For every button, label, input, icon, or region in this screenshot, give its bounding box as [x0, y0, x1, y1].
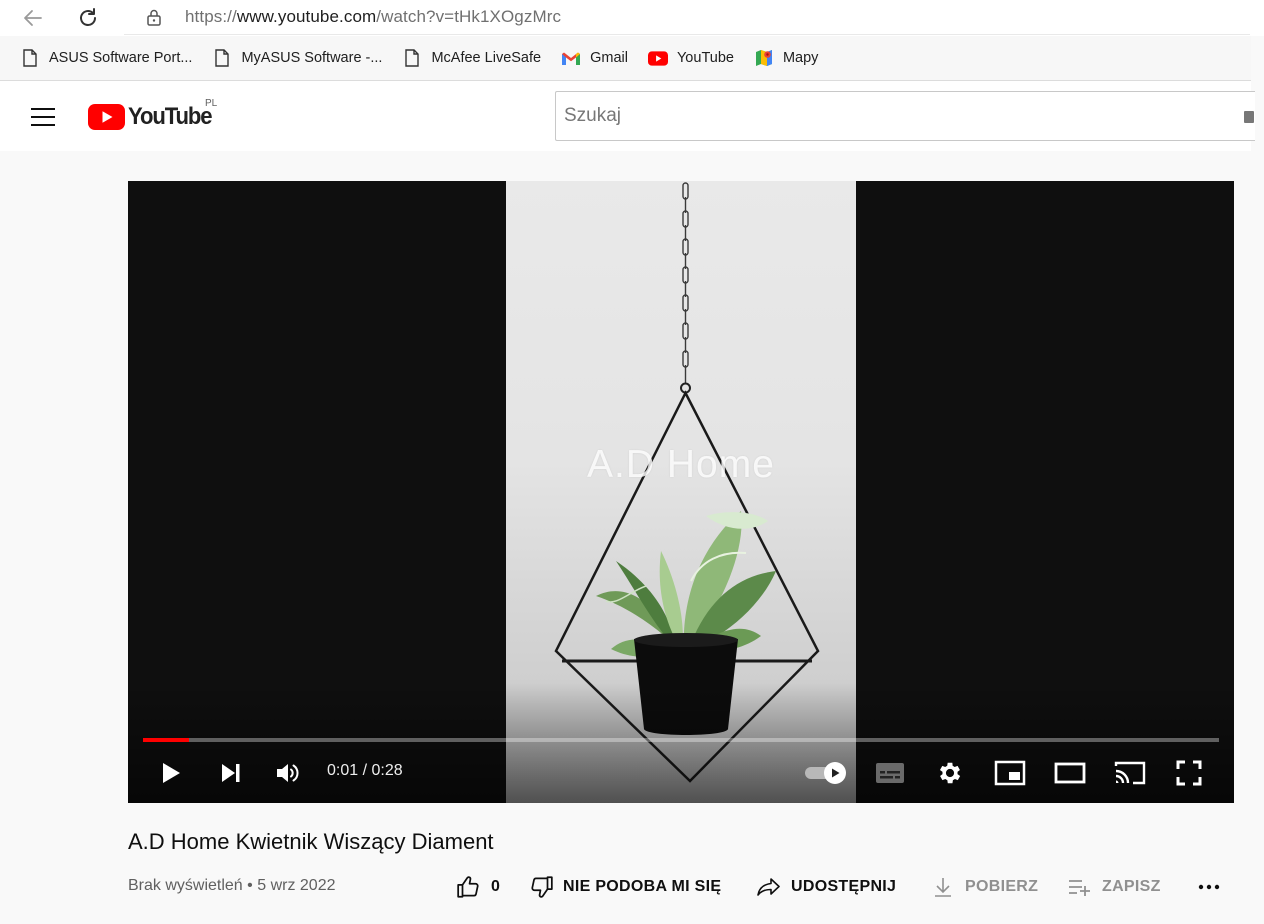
save-label: ZAPISZ — [1102, 878, 1161, 895]
youtube-logo[interactable]: YouTube — [88, 101, 219, 133]
back-button[interactable] — [18, 3, 48, 33]
play-icon — [163, 763, 180, 783]
address-bar[interactable]: https://www.youtube.com/watch?v=tHk1XOgz… — [124, 0, 1250, 35]
bookmarks-bar: ASUS Software Port... MyASUS Software -.… — [0, 36, 1251, 81]
video-watermark: A.D Home — [587, 443, 775, 486]
browser-toolbar: https://www.youtube.com/watch?v=tHk1XOgz… — [0, 0, 1264, 36]
video-title: A.D Home Kwietnik Wiszący Diament — [128, 829, 494, 854]
back-arrow-icon — [24, 10, 42, 26]
volume-icon — [277, 764, 299, 782]
bookmark-label: Mapy — [782, 50, 819, 66]
search-input[interactable] — [564, 92, 1234, 140]
hamburger-menu-icon — [31, 108, 55, 126]
gear-icon — [939, 762, 961, 784]
miniplayer-icon — [994, 760, 1026, 786]
share-button[interactable]: UDOSTĘPNIJ — [756, 870, 896, 904]
url-text[interactable]: https://www.youtube.com/watch?v=tHk1XOgz… — [185, 7, 561, 27]
view-count: Brak wyświetleń — [128, 877, 243, 894]
fullscreen-icon — [1176, 760, 1202, 786]
page-icon — [20, 48, 40, 68]
bookmark-youtube[interactable]: YouTube — [644, 43, 738, 73]
time-display: 0:01 / 0:28 — [327, 762, 403, 779]
bookmark-label: MyASUS Software -... — [241, 50, 383, 66]
next-button[interactable] — [216, 756, 246, 790]
thumbs-down-icon — [528, 874, 554, 900]
reload-button[interactable] — [73, 3, 103, 33]
guide-menu-button[interactable] — [24, 98, 62, 136]
skip-next-icon — [222, 764, 240, 782]
info-separator: • — [247, 877, 253, 894]
download-button[interactable]: POBIERZ — [930, 870, 1038, 904]
bookmark-myasus-software[interactable]: MyASUS Software -... — [208, 43, 386, 73]
url-host: www.youtube.com — [236, 7, 377, 26]
youtube-icon — [647, 48, 668, 68]
url-scheme: https:// — [185, 7, 237, 26]
more-horizontal-icon — [1198, 884, 1220, 890]
search-box[interactable] — [555, 91, 1255, 141]
subtitles-button[interactable] — [872, 756, 908, 790]
like-count: 0 — [491, 878, 501, 895]
cast-icon — [1114, 761, 1146, 785]
share-arrow-icon — [756, 874, 782, 900]
progress-bar[interactable] — [143, 738, 1219, 742]
bookmark-mcafee-livesafe[interactable]: McAfee LiveSafe — [398, 43, 545, 73]
dislike-label: NIE PODOBA MI SIĘ — [563, 878, 722, 895]
download-label: POBIERZ — [965, 878, 1039, 895]
bookmark-label: YouTube — [676, 50, 734, 66]
progress-played — [143, 738, 190, 742]
theater-mode-icon — [1054, 762, 1086, 784]
youtube-logo-text: YouTube — [128, 103, 213, 130]
bookmark-label: ASUS Software Port... — [49, 50, 193, 66]
bookmark-gmail[interactable]: Gmail — [557, 43, 632, 73]
lock-icon[interactable] — [144, 7, 164, 27]
more-actions-button[interactable] — [1196, 870, 1222, 904]
settings-button[interactable] — [933, 756, 967, 790]
theater-mode-button[interactable] — [1052, 756, 1088, 790]
maps-icon — [754, 48, 774, 68]
dislike-button[interactable]: NIE PODOBA MI SIĘ — [528, 870, 721, 904]
play-button[interactable] — [156, 756, 186, 790]
youtube-header: YouTube PL — [0, 81, 1255, 151]
autoplay-toggle[interactable] — [802, 756, 850, 790]
bookmark-label: Gmail — [590, 50, 628, 66]
save-button[interactable]: ZAPISZ — [1067, 870, 1161, 904]
reload-icon — [80, 8, 96, 26]
page-icon — [402, 48, 422, 68]
keyboard-icon[interactable] — [1244, 111, 1254, 123]
country-code: PL — [205, 98, 218, 109]
like-button[interactable]: 0 — [456, 870, 500, 904]
video-player[interactable]: A.D Home 0:01 / 0:28 — [128, 181, 1234, 803]
youtube-play-logo-icon — [88, 104, 125, 130]
upload-date: 5 wrz 2022 — [257, 877, 336, 894]
share-label: UDOSTĘPNIJ — [791, 878, 897, 895]
subtitles-icon — [876, 763, 904, 783]
bookmark-mapy[interactable]: Mapy — [750, 43, 822, 73]
gmail-icon — [561, 48, 581, 68]
video-info: Brak wyświetleń • 5 wrz 2022 — [128, 877, 335, 895]
miniplayer-button[interactable] — [992, 756, 1028, 790]
cast-button[interactable] — [1112, 756, 1148, 790]
autoplay-toggle-icon — [805, 762, 846, 784]
download-icon — [930, 874, 956, 900]
bookmark-label: McAfee LiveSafe — [431, 50, 542, 66]
url-path: /watch?v=tHk1XOgzMrc — [376, 7, 562, 26]
bookmark-asus-software-portal[interactable]: ASUS Software Port... — [16, 43, 196, 73]
fullscreen-button[interactable] — [1172, 756, 1206, 790]
mute-button[interactable] — [273, 756, 305, 790]
thumbs-up-icon — [456, 874, 482, 900]
playlist-add-icon — [1067, 874, 1093, 900]
page-icon — [212, 48, 232, 68]
